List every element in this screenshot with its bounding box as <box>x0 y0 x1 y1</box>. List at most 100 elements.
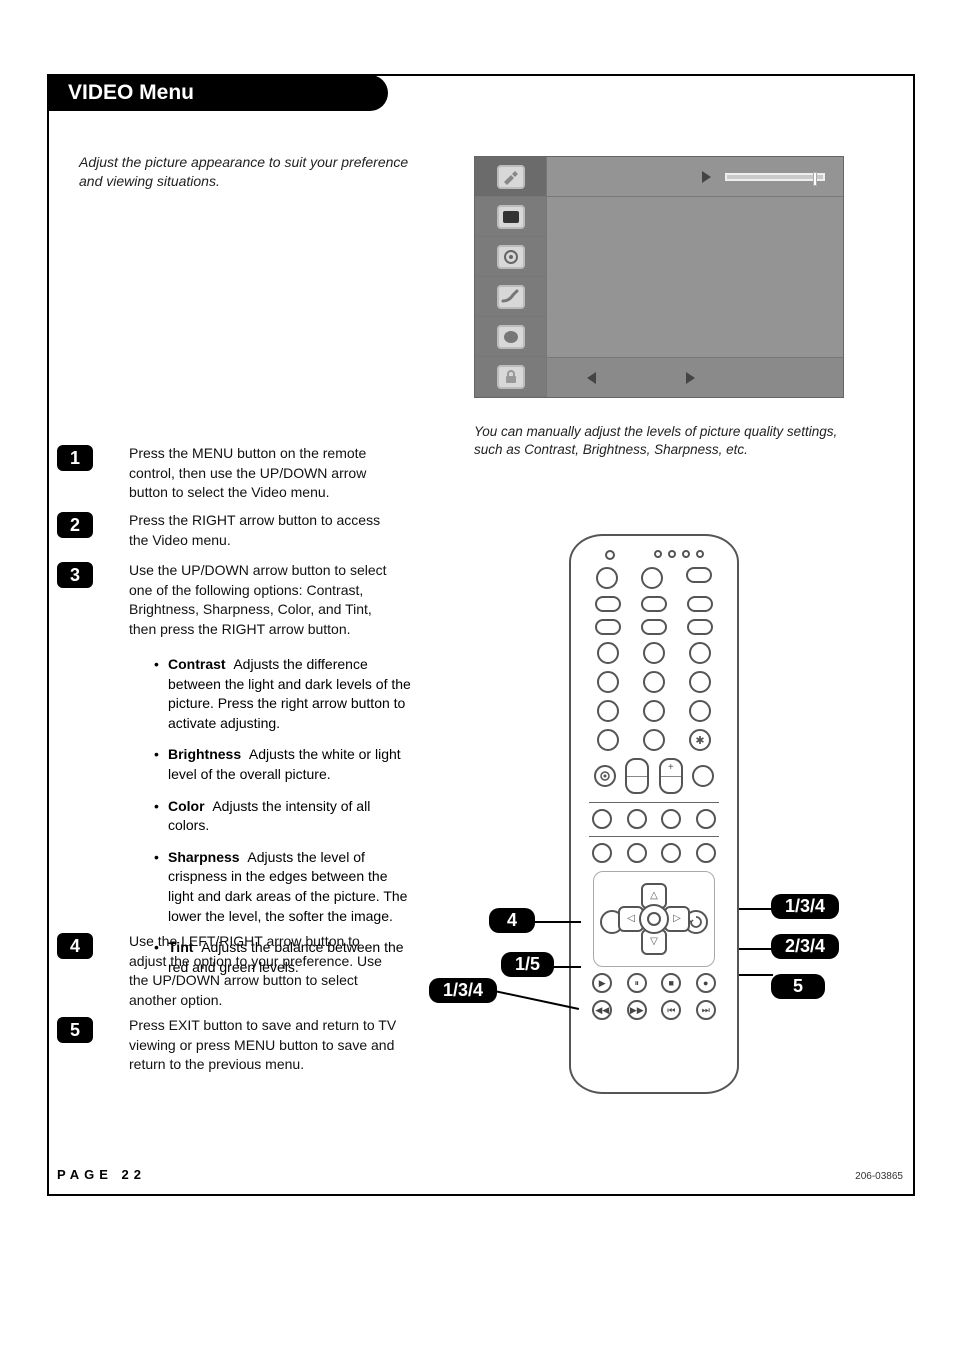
step-badge-4: 4 <box>57 933 93 959</box>
small-button <box>592 843 612 863</box>
rocker-panel: + <box>589 758 719 794</box>
osd-arrow-right-icon-2 <box>686 372 695 384</box>
fastfwd-icon: ▶▶ <box>627 1000 647 1020</box>
remote-illustration: ✱ + △ ▽ ◁ ▷ <box>569 534 739 1094</box>
asterisk-button: ✱ <box>689 729 711 751</box>
remote-row-tiny <box>585 550 723 560</box>
small-button <box>592 809 612 829</box>
pointer-line <box>739 948 773 950</box>
osd-screenshot <box>474 156 844 398</box>
next-icon: ⏭ <box>696 1000 716 1020</box>
doc-number: 206-03865 <box>855 1171 903 1182</box>
pill-button <box>687 596 713 612</box>
step-text-1: Press the MENU button on the remote cont… <box>129 444 399 503</box>
callout-menu: 1/5 <box>501 952 554 977</box>
round-button <box>641 567 663 589</box>
callout-exit: 5 <box>771 974 825 999</box>
channel-rocker: + <box>659 758 683 794</box>
stop-icon: ■ <box>661 973 681 993</box>
round-button <box>596 567 618 589</box>
osd-tab-video <box>475 157 547 197</box>
screen-icon <box>497 205 525 229</box>
osd-slider <box>725 173 825 181</box>
pointer-line <box>485 988 579 1010</box>
small-button <box>661 809 681 829</box>
bullet-contrast: Contrast Adjusts the difference between … <box>154 655 414 733</box>
pill-button <box>687 619 713 635</box>
num-button <box>689 700 711 722</box>
step-text-4: Use the LEFT/RIGHT arrow button to adjus… <box>129 932 399 1010</box>
pill-button <box>641 619 667 635</box>
small-button <box>627 809 647 829</box>
osd-arrow-left-icon <box>587 372 596 384</box>
osd-top-row <box>547 157 843 197</box>
num-button <box>643 642 665 664</box>
clock-icon <box>497 325 525 349</box>
osd-tab-screen <box>475 197 547 237</box>
divider <box>589 802 719 803</box>
pill-button <box>595 619 621 635</box>
page-number: PAGE 22 <box>57 1167 146 1182</box>
bullet-sharpness: Sharpness Adjusts the level of crispness… <box>154 848 414 926</box>
transport-rows: ▶ ⏸ ■ ● ◀◀ ▶▶ ⏮ ⏭ <box>585 973 723 1020</box>
callout-ok: 4 <box>489 908 535 933</box>
bullet-brightness: Brightness Adjusts the white or light le… <box>154 745 414 784</box>
osd-arrow-right-icon <box>702 171 711 183</box>
speaker-icon <box>497 245 525 269</box>
bullet-label: Contrast <box>168 656 226 672</box>
osd-tab-lock <box>475 357 547 397</box>
tiny-button <box>696 550 704 558</box>
plug-icon <box>497 285 525 309</box>
prev-icon: ⏮ <box>661 1000 681 1020</box>
pause-icon: ⏸ <box>627 973 647 993</box>
bullet-label: Sharpness <box>168 849 240 865</box>
dpad-zone: △ ▽ ◁ ▷ <box>593 871 715 967</box>
rewind-icon: ◀◀ <box>592 1000 612 1020</box>
step-num: 3 <box>70 565 80 586</box>
pointer-line <box>739 974 773 976</box>
num-button <box>597 700 619 722</box>
num-button <box>689 642 711 664</box>
osd-tab-sound <box>475 237 547 277</box>
step-text-2: Press the RIGHT arrow button to access t… <box>129 511 399 550</box>
intro-text: Adjust the picture appearance to suit yo… <box>79 153 409 191</box>
step-num: 5 <box>70 1020 80 1041</box>
small-button <box>661 843 681 863</box>
dpad: △ ▽ ◁ ▷ <box>618 883 690 955</box>
dpad-ok <box>639 904 669 934</box>
pointer-line <box>739 908 773 910</box>
osd-slider-knob <box>813 172 817 186</box>
num-button <box>689 671 711 693</box>
callout-up: 1/3/4 <box>771 894 839 919</box>
callout-down: 1/3/4 <box>429 978 497 1003</box>
osd-tab-time <box>475 317 547 357</box>
osd-sidebar <box>475 157 547 397</box>
remote-body: ✱ + △ ▽ ◁ ▷ <box>569 534 739 1094</box>
step-text-5: Press EXIT button to save and return to … <box>129 1016 399 1075</box>
divider <box>589 836 719 837</box>
satellite-icon <box>497 165 525 189</box>
tiny-button <box>668 550 676 558</box>
num-button <box>597 671 619 693</box>
page-frame: VIDEO Menu Adjust the picture appearance… <box>47 74 915 1196</box>
step-num: 2 <box>70 515 80 536</box>
remote-led-icon <box>605 550 615 560</box>
power-button-icon <box>686 567 712 583</box>
pill-button <box>595 596 621 612</box>
section-title: VIDEO Menu <box>68 81 194 105</box>
pointer-line <box>535 921 581 923</box>
round-button <box>692 765 714 787</box>
num-button <box>643 729 665 751</box>
osd-tab-setup <box>475 277 547 317</box>
osd-bottom-row <box>547 357 843 397</box>
volume-rocker <box>625 758 649 794</box>
num-button <box>597 642 619 664</box>
small-button <box>696 843 716 863</box>
num-button <box>643 671 665 693</box>
play-icon: ▶ <box>592 973 612 993</box>
step-num: 1 <box>70 448 80 469</box>
small-button <box>696 809 716 829</box>
step-badge-1: 1 <box>57 445 93 471</box>
pill-button <box>641 596 667 612</box>
step-badge-5: 5 <box>57 1017 93 1043</box>
